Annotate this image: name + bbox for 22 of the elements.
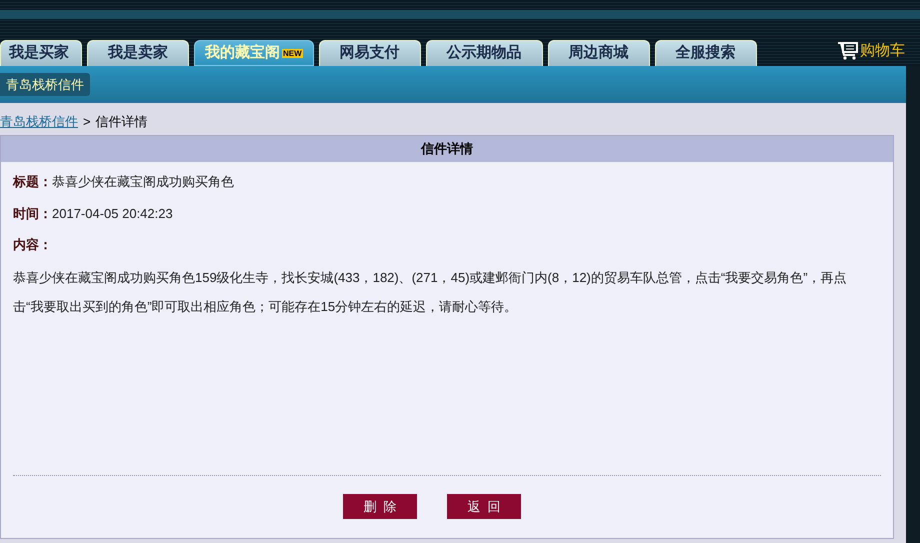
cart-link[interactable]: 购物车 [860,40,905,62]
field-value: 2017-04-05 20:42:23 [52,204,173,222]
nav-tab[interactable]: 我是买家 [0,40,82,66]
message-content: 恭喜少侠在藏宝阁成功购买角色159级化生寺，找长安城(433，182)、(271，45)或建邺衙门内(8，12)的贸易车队总管，点击“我要交易角色”，再点击“我要取出买到的角色”即可取出相应角色；可能存在15分钟左右的延迟，请耐心等待。 [12,268,848,316]
nav-tab[interactable]: 周边商城 [548,40,650,66]
action-button[interactable]: 删 除 [343,494,417,519]
cart-icon[interactable] [838,42,858,60]
breadcrumb-current: 信件详情 [96,113,148,132]
nav-tab[interactable]: 网易支付 [318,40,421,66]
action-button[interactable]: 返 回 [447,494,521,519]
nav-tab[interactable]: 我的藏宝阁 NEW [194,40,314,66]
nav-tab[interactable]: 我是卖家 [87,40,189,66]
field-label: 标题： [13,173,52,191]
panel-header: 信件详情 [1,136,893,162]
field-label: 时间： [13,204,52,222]
field-label: 内容： [13,236,52,254]
breadcrumb-link[interactable]: 青岛栈桥信件 [0,112,78,132]
breadcrumb-separator: > [83,113,91,132]
subnav-tab[interactable]: 青岛栈桥信件 [0,72,90,96]
nav-tab[interactable]: 全服搜索 [654,40,757,66]
nav-tab[interactable]: 公示期物品 [426,40,543,66]
field-value: 恭喜少侠在藏宝阁成功购买角色 [52,173,234,191]
